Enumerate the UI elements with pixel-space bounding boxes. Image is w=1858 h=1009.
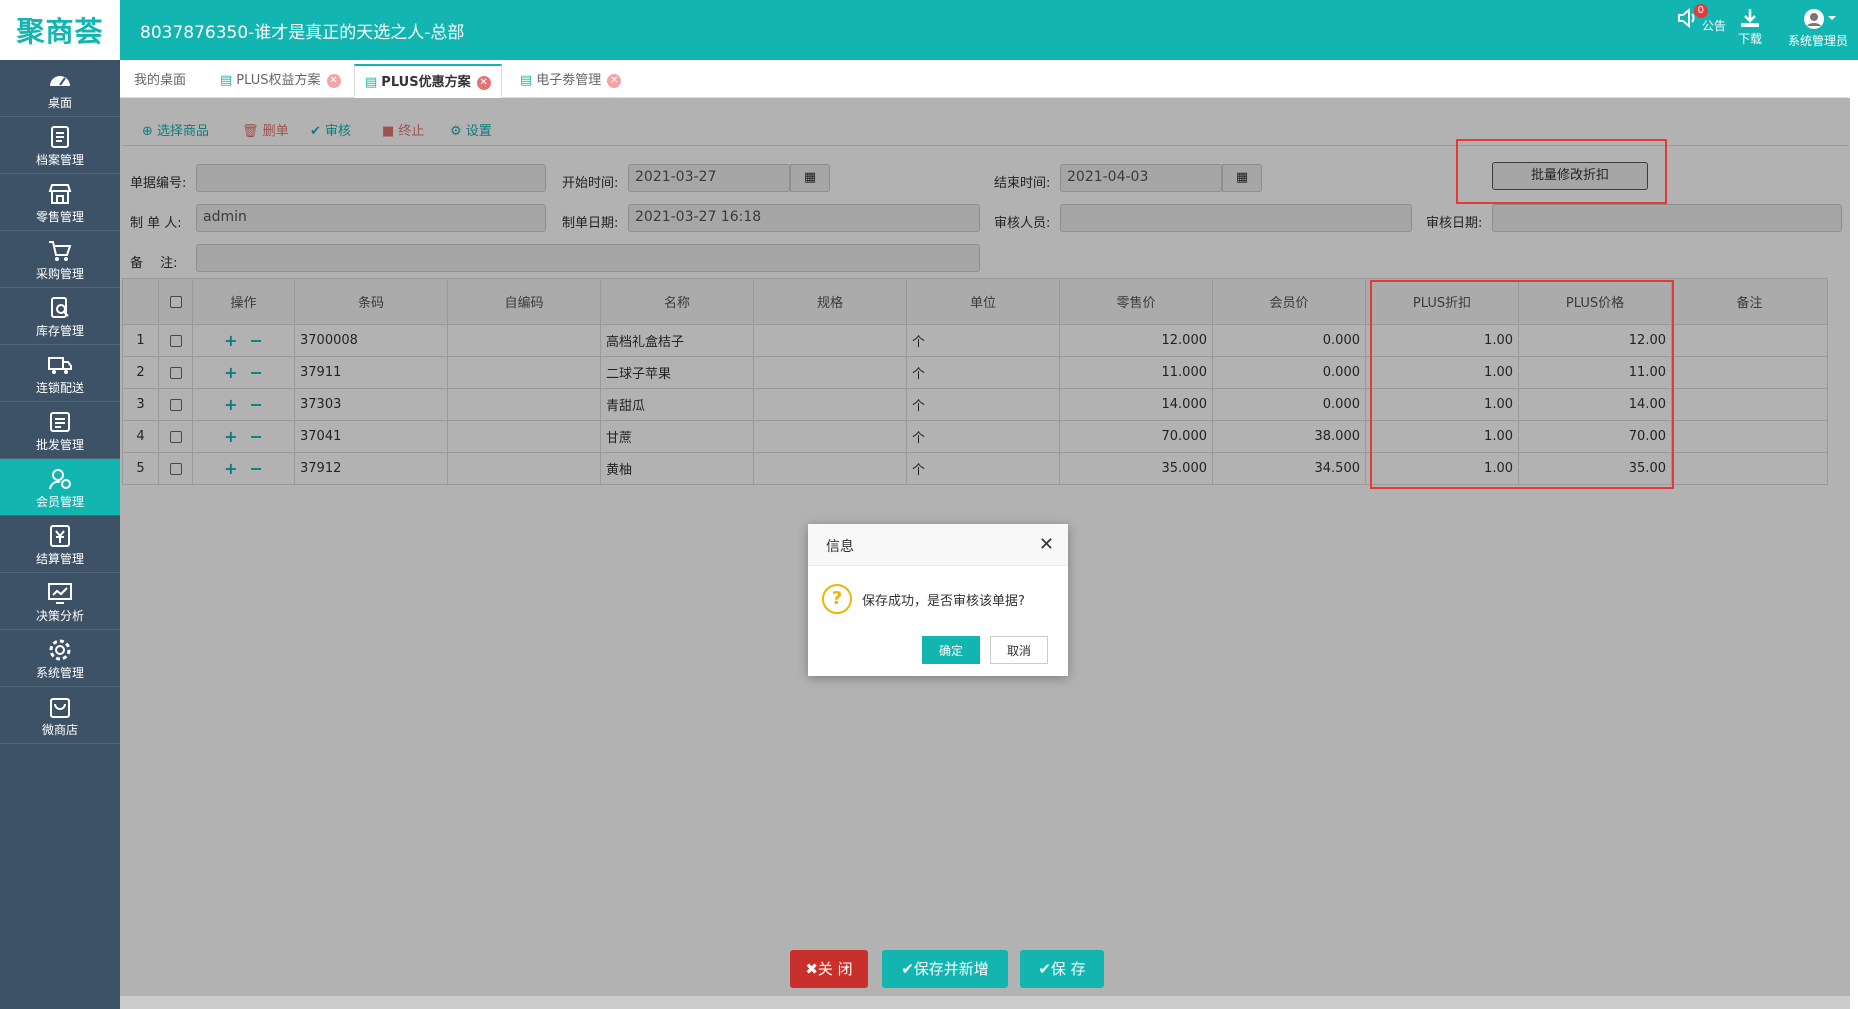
app-header: 聚商荟 8037876350-谁才是真正的天选之人-总部 0 公告 下载 系统管… <box>0 0 1858 60</box>
download-label: 下载 <box>1738 32 1763 46</box>
list-icon: ▤ <box>220 73 233 88</box>
inventory-icon <box>51 297 69 318</box>
sidebar-item-label: 桌面 <box>47 96 72 110</box>
notice-badge: 0 <box>1693 4 1708 18</box>
tab-label: PLUS权益方案 <box>236 73 321 88</box>
close-icon[interactable]: ✕ <box>476 75 491 90</box>
question-icon: ? <box>822 584 852 614</box>
highlight-batch-button <box>1456 139 1667 204</box>
settlement-icon <box>50 525 70 547</box>
notice-button[interactable]: 0 公告 <box>1676 4 1726 34</box>
sidebar-item-desktop[interactable]: 桌面 <box>0 60 120 117</box>
close-icon[interactable]: ✕ <box>326 73 341 88</box>
sidebar: 桌面 档案管理 零售管理 采购管理 库存管理 连锁配送 批发管理 会员管理 结算… <box>0 60 120 1009</box>
highlight-plus-columns <box>1370 280 1674 489</box>
save-and-new-label: 保存并新增 <box>913 960 989 978</box>
user-label: 系统管理员 <box>1788 34 1849 48</box>
tab-plus-discount[interactable]: ▤ PLUS优惠方案 ✕ <box>354 64 502 98</box>
wholesale-icon <box>50 412 70 432</box>
confirm-button[interactable]: 确定 <box>922 636 980 664</box>
tab-bar: 我的桌面 ▤ PLUS权益方案 ✕ ▤ PLUS优惠方案 ✕ ▤ 电子劵管理 ✕ <box>120 60 1848 98</box>
save-and-new-button[interactable]: ✔保存并新增 <box>882 950 1008 988</box>
save-button[interactable]: ✔保 存 <box>1020 950 1104 988</box>
dialog-message: 保存成功，是否审核该单据? <box>862 593 1025 609</box>
horizontal-scrollbar[interactable] <box>120 996 1850 1009</box>
sidebar-item-wholesale[interactable]: 批发管理 <box>0 402 120 459</box>
download-icon <box>1741 9 1759 27</box>
sidebar-item-purchase[interactable]: 采购管理 <box>0 231 120 288</box>
check-icon: ✔ <box>1038 960 1051 978</box>
close-label: 关 闭 <box>817 960 853 978</box>
sidebar-item-member[interactable]: 会员管理 <box>0 459 120 516</box>
cart-icon <box>49 241 72 261</box>
tab-my-desktop[interactable]: 我的桌面 <box>124 64 196 98</box>
sidebar-item-label: 采购管理 <box>35 267 84 281</box>
sidebar-item-label: 库存管理 <box>35 324 84 338</box>
check-icon: ✔ <box>901 960 914 978</box>
shop-bag-icon <box>50 698 70 718</box>
sidebar-item-label: 决策分析 <box>35 609 84 623</box>
sidebar-item-label: 连锁配送 <box>35 381 84 395</box>
tab-label: PLUS优惠方案 <box>381 75 471 90</box>
analysis-icon <box>48 583 72 604</box>
store-icon <box>48 184 72 204</box>
sidebar-item-analysis[interactable]: 决策分析 <box>0 573 120 630</box>
close-button[interactable]: ✖关 闭 <box>790 950 868 988</box>
list-icon: ▤ <box>365 75 378 90</box>
tab-label: 我的桌面 <box>134 73 187 88</box>
dialog-body: ? 保存成功，是否审核该单据? <box>808 566 1068 614</box>
sidebar-item-settlement[interactable]: 结算管理 <box>0 516 120 573</box>
archive-icon <box>51 126 69 148</box>
page-title: 8037876350-谁才是真正的天选之人-总部 <box>140 23 465 43</box>
confirm-dialog: 信息 ✕ ? 保存成功，是否审核该单据? 确定 取消 <box>808 524 1068 676</box>
tab-coupon[interactable]: ▤ 电子劵管理 ✕ <box>510 64 631 98</box>
notice-label: 公告 <box>1701 19 1726 33</box>
close-icon: ✖ <box>805 960 818 978</box>
user-menu[interactable]: 系统管理员 <box>1788 8 1848 49</box>
download-button[interactable]: 下载 <box>1738 8 1762 47</box>
sidebar-item-microshop[interactable]: 微商店 <box>0 687 120 744</box>
cancel-button[interactable]: 取消 <box>990 636 1048 664</box>
sidebar-item-system[interactable]: 系统管理 <box>0 630 120 687</box>
logo: 聚商荟 <box>0 0 120 60</box>
list-icon: ▤ <box>520 73 533 88</box>
sidebar-item-label: 系统管理 <box>35 666 84 680</box>
sidebar-item-inventory[interactable]: 库存管理 <box>0 288 120 345</box>
save-label: 保 存 <box>1050 960 1086 978</box>
sidebar-item-label: 结算管理 <box>35 552 84 566</box>
sidebar-item-label: 档案管理 <box>35 153 84 167</box>
member-icon <box>49 469 71 490</box>
dashboard-icon <box>50 76 70 86</box>
close-icon[interactable]: ✕ <box>1039 534 1054 555</box>
logo-text: 聚商荟 <box>16 15 104 48</box>
sidebar-item-label: 零售管理 <box>35 210 84 224</box>
tab-plus-rights[interactable]: ▤ PLUS权益方案 ✕ <box>210 64 351 98</box>
sidebar-item-label: 会员管理 <box>35 495 84 509</box>
sidebar-item-label: 微商店 <box>41 723 78 737</box>
dialog-title: 信息 <box>808 524 1068 566</box>
tab-label: 电子劵管理 <box>536 73 602 88</box>
truck-icon <box>48 357 72 374</box>
close-icon[interactable]: ✕ <box>607 73 622 88</box>
sidebar-item-archive[interactable]: 档案管理 <box>0 117 120 174</box>
sidebar-item-retail[interactable]: 零售管理 <box>0 174 120 231</box>
sidebar-item-distribution[interactable]: 连锁配送 <box>0 345 120 402</box>
sidebar-item-label: 批发管理 <box>35 438 84 452</box>
avatar-icon <box>1804 9 1836 29</box>
gear-icon <box>49 639 71 661</box>
